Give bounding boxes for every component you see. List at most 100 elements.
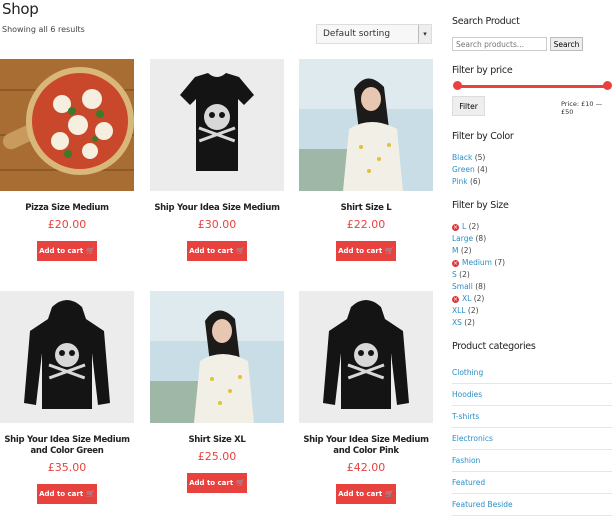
product-card: Ship Your Idea Size Medium £30.00 Add to… (150, 59, 284, 261)
color-label: Green (452, 165, 475, 174)
filter-button[interactable]: Filter (452, 96, 485, 116)
model-photo (299, 59, 433, 191)
size-filter-item[interactable]: XS (2) (452, 318, 475, 327)
cart-icon: 🛒 (236, 479, 245, 487)
size-label: XS (452, 318, 462, 327)
tshirt-image (180, 73, 254, 171)
size-count: (2) (460, 246, 472, 255)
add-to-cart-label: Add to cart (39, 490, 84, 498)
sort-select[interactable]: Default sorting ▾ (316, 24, 432, 44)
size-filter-item[interactable]: × L (2) (452, 222, 479, 231)
add-to-cart-label: Add to cart (189, 247, 234, 255)
product-image[interactable] (0, 291, 134, 423)
category-link[interactable]: Clothing (452, 362, 612, 384)
add-to-cart-button[interactable]: Add to cart 🛒 (336, 484, 396, 504)
category-link[interactable]: Fashion (452, 450, 612, 472)
remove-filter-icon[interactable]: × (452, 260, 459, 267)
color-count: (6) (469, 177, 481, 186)
product-image[interactable] (299, 59, 433, 191)
category-link[interactable]: Electronics (452, 428, 612, 450)
product-card: Ship Your Idea Size Medium and Color Gre… (0, 291, 134, 504)
color-filter-item[interactable]: Green (4) (452, 165, 488, 174)
price-slider-min-handle[interactable] (453, 81, 462, 90)
add-to-cart-button[interactable]: Add to cart 🛒 (37, 484, 97, 504)
category-link[interactable]: Featured (452, 472, 612, 494)
add-to-cart-button[interactable]: Add to cart 🛒 (37, 241, 97, 261)
categories-heading: Product categories (452, 341, 536, 352)
add-to-cart-button[interactable]: Add to cart 🛒 (336, 241, 396, 261)
category-link[interactable]: Featured Beside (452, 494, 612, 516)
size-label: Small (452, 282, 473, 291)
model-photo (150, 291, 284, 423)
size-label: XLL (452, 306, 466, 315)
color-label: Black (452, 153, 473, 162)
price-slider-max-handle[interactable] (603, 81, 612, 90)
size-count: (2) (459, 270, 470, 279)
add-to-cart-label: Add to cart (39, 247, 84, 255)
add-to-cart-label: Add to cart (338, 247, 383, 255)
add-to-cart-button[interactable]: Add to cart 🛒 (187, 241, 247, 261)
size-count: (2) (467, 306, 479, 315)
chevron-down-icon: ▾ (418, 25, 431, 43)
color-label: Pink (452, 177, 468, 186)
size-label: XL (462, 294, 472, 303)
hoodie-image (323, 300, 409, 409)
size-count: (8) (475, 234, 487, 243)
product-title[interactable]: Ship Your Idea Size Medium (150, 203, 284, 214)
cart-icon: 🛒 (86, 247, 95, 255)
size-filter-heading: Filter by Size (452, 200, 509, 211)
product-image[interactable] (0, 59, 134, 191)
product-card: Shirt Size XL £25.00 Add to cart 🛒 (150, 291, 284, 493)
size-label: Large (452, 234, 474, 243)
size-filter-item[interactable]: Small (8) (452, 282, 486, 291)
search-heading: Search Product (452, 16, 520, 27)
page-title: Shop (2, 0, 39, 18)
product-title[interactable]: Ship Your Idea Size Medium and Color Pin… (299, 435, 433, 457)
add-to-cart-label: Add to cart (189, 479, 234, 487)
color-count: (4) (477, 165, 488, 174)
sort-value: Default sorting (323, 29, 391, 39)
size-label: Medium (462, 258, 492, 267)
color-filter-heading: Filter by Color (452, 131, 514, 142)
size-label: M (452, 246, 459, 255)
product-image[interactable] (299, 291, 433, 423)
search-input[interactable] (452, 37, 547, 51)
pizza-image (0, 59, 134, 191)
category-link[interactable]: T-shirts (452, 406, 612, 428)
hoodie-image (24, 300, 110, 409)
cart-icon: 🛒 (385, 490, 394, 498)
cart-icon: 🛒 (86, 490, 95, 498)
size-count: (2) (473, 294, 485, 303)
category-link[interactable]: Hoodies (452, 384, 612, 406)
remove-filter-icon[interactable]: × (452, 224, 459, 231)
size-count: (8) (475, 282, 486, 291)
add-to-cart-button[interactable]: Add to cart 🛒 (187, 473, 247, 493)
color-filter-item[interactable]: Black (5) (452, 153, 485, 162)
size-label: L (462, 222, 467, 231)
product-title[interactable]: Ship Your Idea Size Medium and Color Gre… (0, 435, 134, 457)
size-count: (7) (494, 258, 506, 267)
price-slider-track[interactable] (457, 85, 608, 88)
size-filter-item[interactable]: XLL (2) (452, 306, 479, 315)
size-count: (2) (464, 318, 475, 327)
search-button[interactable]: Search (550, 37, 583, 51)
product-title[interactable]: Shirt Size L (299, 203, 433, 214)
product-image[interactable] (150, 291, 284, 423)
product-price: £22.00 (346, 218, 386, 231)
size-count: (2) (468, 222, 480, 231)
product-image[interactable] (150, 59, 284, 191)
size-filter-item[interactable]: S (2) (452, 270, 470, 279)
size-filter-item[interactable]: × Medium (7) (452, 258, 505, 267)
product-title[interactable]: Shirt Size XL (150, 435, 284, 446)
color-filter-item[interactable]: Pink (6) (452, 177, 481, 186)
size-filter-item[interactable]: × XL (2) (452, 294, 484, 303)
product-card: Ship Your Idea Size Medium and Color Pin… (299, 291, 433, 504)
remove-filter-icon[interactable]: × (452, 296, 459, 303)
product-card: Shirt Size L £22.00 Add to cart 🛒 (299, 59, 433, 261)
size-filter-item[interactable]: M (2) (452, 246, 472, 255)
size-filter-item[interactable]: Large (8) (452, 234, 486, 243)
product-title[interactable]: Pizza Size Medium (0, 203, 134, 214)
cart-icon: 🛒 (385, 247, 394, 255)
color-count: (5) (474, 153, 486, 162)
price-range-text: Price: £10 — £50 (561, 100, 603, 116)
